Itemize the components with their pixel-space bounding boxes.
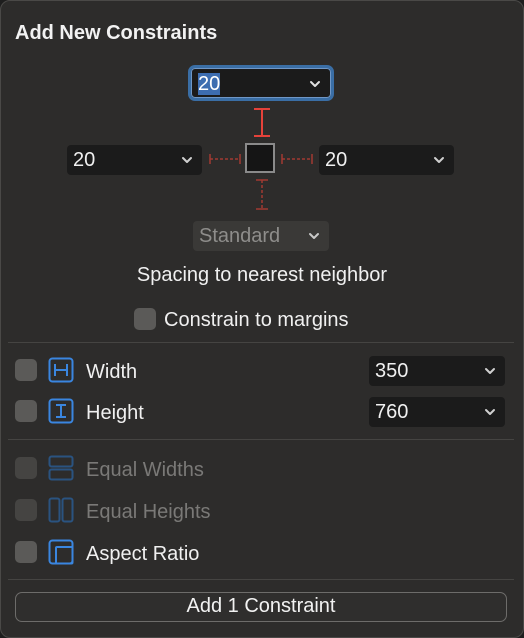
- top-constraint-icon[interactable]: [251, 107, 273, 139]
- height-value: 760: [375, 401, 409, 423]
- equal-widths-label: Equal Widths: [86, 459, 204, 481]
- height-checkbox[interactable]: [15, 400, 37, 422]
- aspect-ratio-icon: [48, 539, 74, 565]
- chevron-down-icon: [310, 81, 320, 87]
- equal-widths-icon: [48, 455, 74, 481]
- equal-heights-label: Equal Heights: [86, 501, 211, 523]
- equal-widths-checkbox[interactable]: [15, 457, 37, 479]
- chevron-down-icon: [485, 409, 495, 415]
- right-spacing-dropdown[interactable]: 20: [319, 145, 454, 175]
- right-constraint-icon[interactable]: [280, 150, 314, 168]
- panel-title: Add New Constraints: [15, 22, 218, 44]
- add-constraints-panel: Add New Constraints 20 20 20 Standard Sp…: [0, 0, 524, 638]
- chevron-down-icon: [434, 157, 444, 163]
- equal-heights-checkbox[interactable]: [15, 499, 37, 521]
- left-constraint-icon[interactable]: [208, 150, 242, 168]
- width-icon: [48, 357, 74, 383]
- top-spacing-value: 20: [198, 73, 221, 95]
- bottom-constraint-icon[interactable]: [251, 178, 273, 212]
- height-value-dropdown[interactable]: 760: [369, 397, 505, 427]
- bottom-spacing-dropdown[interactable]: Standard: [193, 221, 329, 251]
- view-preview-box: [245, 143, 275, 173]
- equal-heights-icon: [48, 497, 74, 523]
- chevron-down-icon: [485, 368, 495, 374]
- height-label[interactable]: Height: [86, 402, 144, 425]
- spacing-caption: Spacing to nearest neighbor: [136, 264, 388, 286]
- divider: [8, 579, 514, 580]
- constrain-to-margins-label[interactable]: Constrain to margins: [164, 309, 349, 332]
- width-checkbox[interactable]: [15, 359, 37, 381]
- width-label[interactable]: Width: [86, 361, 137, 384]
- aspect-ratio-label[interactable]: Aspect Ratio: [86, 543, 199, 566]
- left-spacing-value: 20: [73, 149, 96, 171]
- bottom-spacing-value: Standard: [199, 225, 281, 247]
- width-value: 350: [375, 360, 409, 382]
- divider: [8, 439, 514, 440]
- aspect-ratio-checkbox[interactable]: [15, 541, 37, 563]
- divider: [8, 342, 514, 343]
- top-spacing-dropdown[interactable]: 20: [188, 65, 334, 101]
- width-value-dropdown[interactable]: 350: [369, 356, 505, 386]
- right-spacing-value: 20: [325, 149, 348, 171]
- constrain-to-margins-checkbox[interactable]: [134, 308, 156, 330]
- chevron-down-icon: [309, 233, 319, 239]
- chevron-down-icon: [182, 157, 192, 163]
- left-spacing-dropdown[interactable]: 20: [67, 145, 202, 175]
- height-icon: [48, 398, 74, 424]
- add-constraint-button[interactable]: Add 1 Constraint: [15, 592, 507, 622]
